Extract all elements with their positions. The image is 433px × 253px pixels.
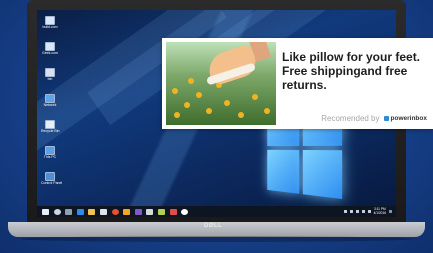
desktop-icon-label: Geek.com	[42, 51, 58, 55]
ad-image[interactable]	[166, 42, 276, 125]
windows-logo-pane	[302, 150, 343, 200]
flower	[238, 112, 244, 118]
flower	[224, 100, 230, 106]
chevron-up-icon[interactable]	[349, 210, 353, 213]
control-panel-icon	[45, 172, 55, 181]
desktop-icon[interactable]: Control Panel	[41, 172, 63, 185]
search-icon[interactable]	[53, 208, 61, 215]
powerinbox-icon	[383, 116, 389, 121]
powerinbox-name: powerinbox	[390, 115, 427, 122]
advertisement[interactable]: Like pillow for your feet. Free shipping…	[162, 38, 433, 129]
store-icon[interactable]	[99, 208, 107, 215]
flower	[206, 108, 212, 114]
app-icon[interactable]	[157, 208, 165, 215]
computer-icon	[45, 146, 55, 155]
ad-headline[interactable]: Like pillow for your feet. Free shipping…	[282, 50, 430, 92]
windows-logo-pane	[267, 149, 300, 194]
taskbar: 3:11 PM 4/1/2016	[37, 206, 396, 217]
desktop-icon[interactable]: This PC	[41, 146, 59, 159]
flower	[172, 88, 178, 94]
battery-icon[interactable]	[367, 210, 371, 213]
desktop-icon-label: Network	[43, 103, 57, 107]
ad-attribution[interactable]: Recomended by powerinbox	[321, 114, 427, 123]
notifications-icon[interactable]	[389, 210, 392, 213]
desktop-icon-label: Recycle Bin	[41, 129, 60, 133]
network-icon	[45, 94, 55, 103]
folder-icon[interactable]	[88, 208, 96, 215]
desktop-icon-label: build.com	[42, 25, 58, 29]
app-icon[interactable]	[146, 208, 154, 215]
people-icon[interactable]	[343, 210, 347, 213]
flower	[174, 112, 180, 118]
volume-icon[interactable]	[361, 210, 365, 213]
app-icon[interactable]	[169, 208, 177, 215]
document-icon	[45, 16, 55, 25]
visual-studio-icon[interactable]	[134, 208, 142, 215]
flower	[196, 92, 202, 98]
edge-icon[interactable]	[76, 208, 84, 215]
task-view-icon[interactable]	[65, 208, 73, 215]
desktop-icon-label: bin	[47, 77, 53, 81]
settings-icon[interactable]	[181, 208, 189, 215]
system-tray: 3:11 PM 4/1/2016	[343, 206, 392, 217]
start-icon[interactable]	[42, 208, 49, 215]
desktop-icon-label: Control Panel	[41, 181, 63, 185]
clock[interactable]: 3:11 PM 4/1/2016	[373, 207, 386, 215]
flower	[264, 108, 270, 114]
network-icon[interactable]	[355, 210, 359, 213]
laptop-shadow	[20, 236, 413, 242]
flower	[252, 94, 258, 100]
desktop-icon[interactable]: Recycle Bin	[41, 120, 59, 133]
powerinbox-logo[interactable]: powerinbox	[383, 115, 427, 122]
desktop-icon-label: This PC	[43, 155, 57, 159]
recycle-bin-icon	[45, 120, 55, 129]
desktop-icon[interactable]: build.com	[41, 16, 59, 29]
flower	[184, 102, 190, 108]
desktop-icon[interactable]: Geek.com	[41, 42, 59, 55]
document-icon	[45, 42, 55, 51]
window-icon	[45, 68, 55, 77]
app-icon[interactable]	[123, 208, 131, 215]
browser-icon[interactable]	[111, 208, 119, 215]
recommended-by-label: Recomended by	[321, 114, 380, 123]
laptop-brand-logo: DØLL	[204, 223, 223, 229]
desktop-icon[interactable]: Network	[41, 94, 59, 107]
clock-date: 4/1/2016	[373, 210, 386, 215]
flower	[188, 78, 194, 84]
desktop-icon[interactable]: bin	[41, 68, 59, 81]
